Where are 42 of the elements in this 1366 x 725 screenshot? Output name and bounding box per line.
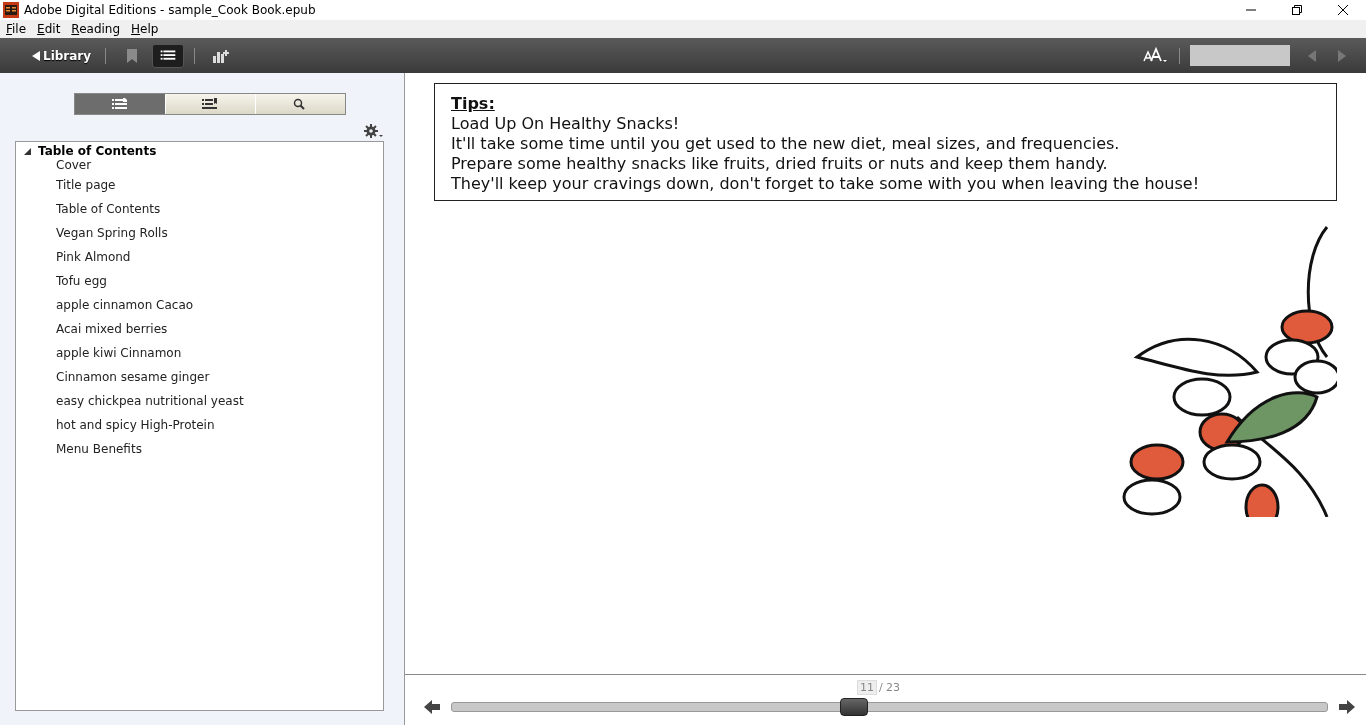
toc-item[interactable]: Tofu egg xyxy=(56,274,107,288)
toc-item[interactable]: Acai mixed berries xyxy=(56,322,168,336)
toc-item[interactable]: Pink Almond xyxy=(56,250,131,264)
page-total: / 23 xyxy=(878,681,901,694)
toc-item[interactable]: Menu Benefits xyxy=(56,442,142,456)
caret-icon xyxy=(32,50,40,61)
bookmark-list-icon xyxy=(200,97,220,111)
bookmarks-tab[interactable] xyxy=(164,94,255,114)
toc-item[interactable]: apple cinnamon Cacao xyxy=(56,298,194,312)
tips-text: It'll take some time until you get used to the new diet, meal sizes, and frequencies. xyxy=(451,134,1120,154)
menu-item[interactable]: Help xyxy=(131,22,159,36)
expand-triangle-icon[interactable] xyxy=(22,146,32,156)
toc-item[interactable]: Title page xyxy=(56,178,116,192)
page-slider[interactable] xyxy=(451,698,1328,716)
tips-text: They'll keep your cravings down, don't forget to take some with you when leaving the house! xyxy=(451,174,1200,194)
toc-item[interactable]: hot and spicy High-Protein xyxy=(56,418,215,432)
list-icon xyxy=(109,97,130,111)
close-icon[interactable] xyxy=(1337,4,1349,16)
toc-item[interactable]: Table of Contents xyxy=(56,202,161,216)
library-button[interactable]: Library xyxy=(28,46,96,65)
toc-item[interactable]: Vegan Spring Rolls xyxy=(56,226,168,240)
contents-tab[interactable] xyxy=(74,94,165,114)
toc-item[interactable]: apple kiwi Cinnamon xyxy=(56,346,182,360)
toc-item[interactable]: Cover xyxy=(56,158,92,172)
restore-icon[interactable] xyxy=(1291,4,1303,16)
toc-item[interactable]: Cinnamon sesame ginger xyxy=(56,370,210,384)
menu-item[interactable]: Reading xyxy=(71,22,121,36)
settings-icon[interactable] xyxy=(364,123,384,139)
slider-thumb[interactable] xyxy=(840,698,869,716)
window-title: Adobe Digital Editions - sample_Cook Book.epub xyxy=(24,3,316,17)
toc-item[interactable]: easy chickpea nutritional yeast xyxy=(56,394,244,408)
app-icon xyxy=(3,2,19,18)
forward-arrow-icon[interactable] xyxy=(1338,698,1356,716)
toc-heading[interactable]: Table of Contents xyxy=(38,144,157,158)
tips-heading: Tips: xyxy=(451,94,495,114)
menu-item[interactable]: File xyxy=(6,22,27,36)
menu-item[interactable]: Edit xyxy=(37,22,61,36)
tips-text: Load Up On Healthy Snacks! xyxy=(451,114,680,134)
search-field[interactable] xyxy=(1190,45,1290,66)
tips-text: Prepare some healthy snacks like fruits, dried fruits or nuts and keep them handy. xyxy=(451,154,1108,174)
list-icon[interactable] xyxy=(152,43,185,68)
back-arrow-icon[interactable] xyxy=(423,698,441,716)
